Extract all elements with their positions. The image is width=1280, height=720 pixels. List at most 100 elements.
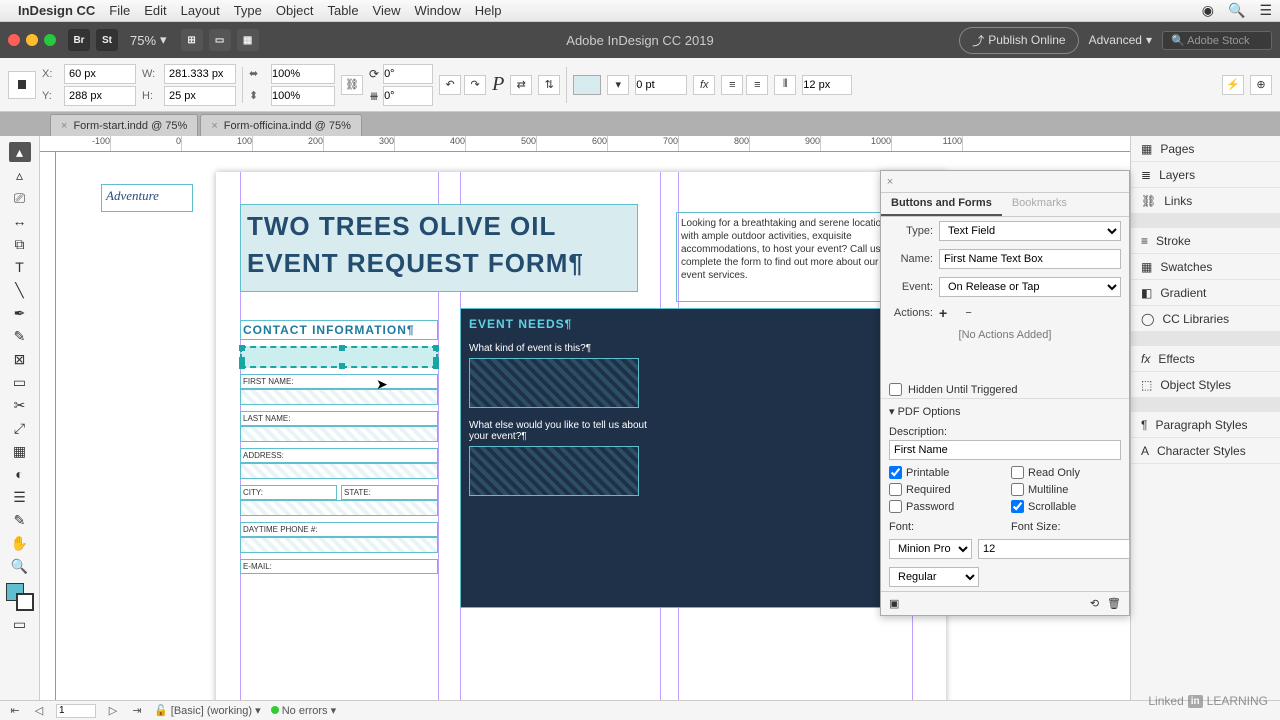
prev-page-icon[interactable]: ◁ [32,704,46,717]
pen-tool[interactable]: ✒ [9,303,31,323]
workspace-status[interactable]: 🔓 [Basic] (working) ▾ [154,704,261,717]
preflight-status[interactable]: No errors ▾ [271,704,336,717]
menu-icon[interactable]: ☰ [1259,2,1272,19]
view-icon[interactable]: ⊞ [181,29,203,51]
event-needs-section[interactable]: EVENT NEEDS¶ What kind of event is this?… [460,308,910,608]
traffic-lights[interactable] [8,34,56,46]
font-weight-select[interactable]: Regular [889,567,979,587]
gradient-swatch-tool[interactable]: ▦ [9,441,31,461]
close-icon[interactable]: × [61,120,67,132]
dock-objstyles[interactable]: ⬚Object Styles [1131,372,1280,398]
pdf-options-section[interactable]: ▾ PDF Options [881,398,1129,424]
type-select[interactable]: Text Field [939,221,1121,241]
gap-tool[interactable]: ↔ [9,211,31,231]
dock-layers[interactable]: ≣Layers [1131,162,1280,188]
pencil-tool[interactable]: ✎ [9,326,31,346]
zoom-tool[interactable]: 🔍 [9,556,31,576]
rotate-input[interactable] [383,64,433,84]
search-icon[interactable]: 🔍 [1228,2,1245,19]
preview-icon[interactable]: ▣ [889,597,899,610]
required-checkbox[interactable] [889,483,902,496]
input-placeholder[interactable] [240,500,438,516]
tab-bookmarks[interactable]: Bookmarks [1002,193,1077,216]
state-label[interactable]: STATE: [341,485,438,500]
scale-y[interactable] [271,86,335,106]
dock-links[interactable]: ⛓Links [1131,188,1280,214]
workspace-switcher[interactable]: Advanced▾ [1089,33,1152,47]
ruler-vertical[interactable] [40,152,56,700]
dock-stroke[interactable]: ≡Stroke [1131,228,1280,254]
fill-stroke-toggle[interactable] [6,583,34,611]
w-input[interactable] [164,64,236,84]
type-tool[interactable]: T [9,257,31,277]
dock-gradient[interactable]: ◧Gradient [1131,280,1280,306]
readonly-checkbox[interactable] [1011,466,1024,479]
app-name[interactable]: InDesign CC [18,3,95,18]
y-input[interactable] [64,86,136,106]
menu-edit[interactable]: Edit [144,3,166,18]
doc-tab-2[interactable]: ×Form-officina.indd @ 75% [200,114,362,136]
zoom-selector[interactable]: 75%▾ [130,32,167,48]
screen-mode-icon[interactable]: ▭ [209,29,231,51]
page-input[interactable] [56,704,96,718]
last-name-label[interactable]: LAST NAME: [240,411,438,426]
input-placeholder[interactable] [240,389,438,405]
textarea-1[interactable] [469,358,639,408]
reference-point[interactable] [8,71,36,99]
phone-label[interactable]: DAYTIME PHONE #: [240,522,438,537]
panel-menu-icon[interactable]: ⊕ [1250,75,1272,95]
name-input[interactable] [939,249,1121,269]
gradient-feather-tool[interactable]: ◐ [9,464,31,484]
menu-file[interactable]: File [109,3,130,18]
flip-v-icon[interactable]: ⇅ [538,75,560,95]
stroke-weight[interactable] [635,75,687,95]
free-transform-tool[interactable]: ⤢ [9,418,31,438]
eyedropper-tool[interactable]: ✎ [9,510,31,530]
quick-apply-icon[interactable]: ⚡ [1222,75,1244,95]
dock-cclib[interactable]: ◯CC Libraries [1131,306,1280,332]
align-right-icon[interactable]: ≡ [746,75,768,95]
menu-type[interactable]: Type [234,3,262,18]
trash-icon[interactable]: 🗑 [1107,597,1121,610]
input-placeholder[interactable] [240,426,438,442]
fill-menu[interactable]: ▾ [607,75,629,95]
close-icon[interactable]: × [211,120,217,132]
dock-charstyles[interactable]: ACharacter Styles [1131,438,1280,464]
stock-icon[interactable]: St [96,29,118,51]
close-icon[interactable]: × [881,176,899,188]
page-tool[interactable]: ⎚ [9,188,31,208]
flip-h-icon[interactable]: ⇄ [510,75,532,95]
rotate-ccw-icon[interactable]: ↶ [439,75,461,95]
email-label[interactable]: E-MAIL: [240,559,438,574]
remove-action-icon[interactable]: − [965,307,971,319]
rectangle-tool[interactable]: ▭ [9,372,31,392]
shear-input[interactable] [383,86,433,106]
dock-pages[interactable]: ▦Pages [1131,136,1280,162]
pasteboard-adventure[interactable]: Adventure [101,184,193,212]
next-page-icon[interactable]: ▷ [106,704,120,717]
h-input[interactable] [164,86,236,106]
view-mode-toggle[interactable]: ▭ [9,614,31,634]
line-tool[interactable]: ╲ [9,280,31,300]
title-frame[interactable]: TWO TREES OLIVE OIL EVENT REQUEST FORM¶ [240,204,638,292]
scrollable-checkbox[interactable] [1011,500,1024,513]
input-placeholder[interactable] [240,463,438,479]
cc-icon[interactable]: ◉ [1202,2,1214,19]
bridge-icon[interactable]: Br [68,29,90,51]
align-left-icon[interactable]: ≡ [721,75,743,95]
selection-tool[interactable]: ▴ [9,142,31,162]
add-action-icon[interactable]: + [939,305,947,321]
input-placeholder[interactable] [240,537,438,553]
stock-search[interactable]: 🔍 Adobe Stock [1162,31,1272,50]
menu-window[interactable]: Window [415,3,461,18]
ruler-horizontal[interactable]: -100010020030040050060070080090010001100 [40,136,1280,152]
hidden-checkbox[interactable] [889,383,902,396]
menu-layout[interactable]: Layout [181,3,220,18]
direct-select-tool[interactable]: ▵ [9,165,31,185]
event-select[interactable]: On Release or Tap [939,277,1121,297]
arrange-icon[interactable]: ▦ [237,29,259,51]
hand-tool[interactable]: ✋ [9,533,31,553]
dock-parastyles[interactable]: ¶Paragraph Styles [1131,412,1280,438]
font-size-input[interactable] [978,539,1130,559]
contact-header[interactable]: CONTACT INFORMATION¶ [240,320,438,340]
